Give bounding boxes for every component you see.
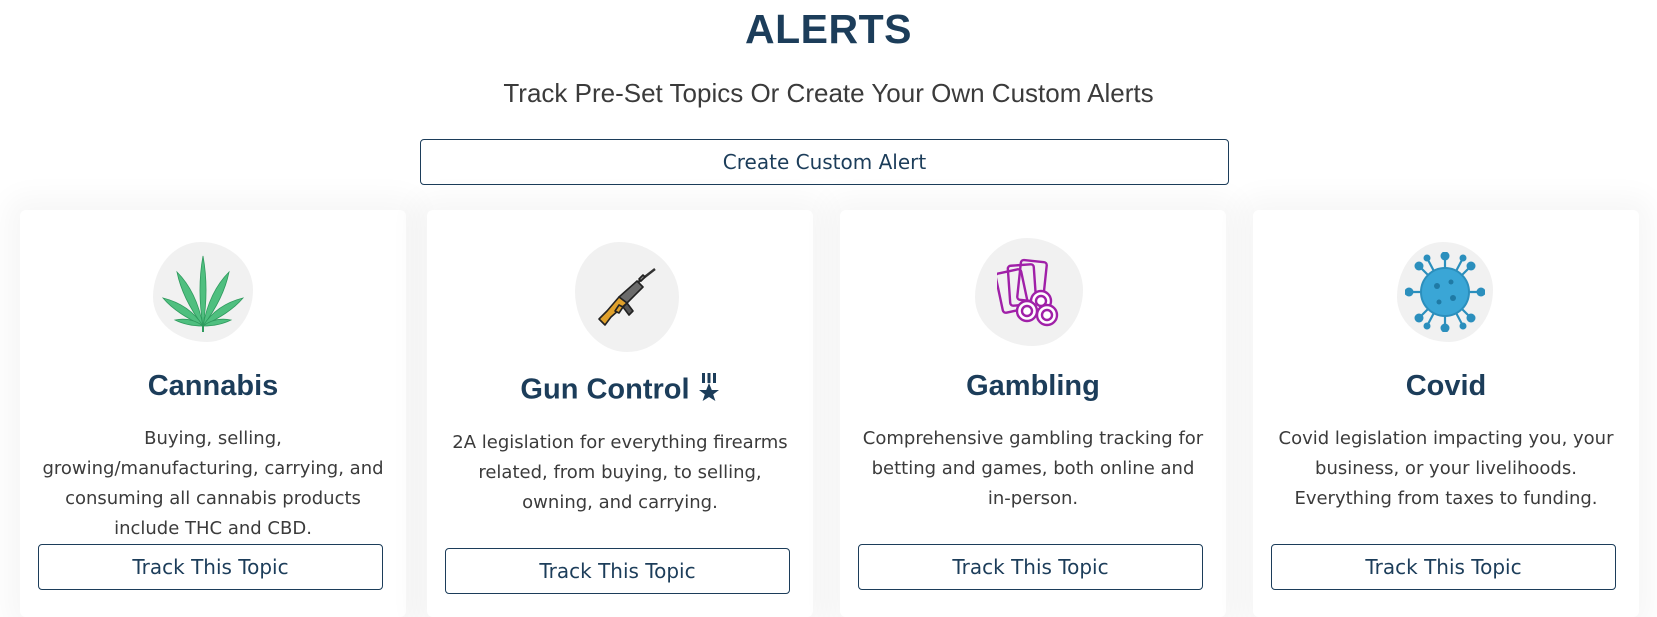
cannabis-leaf-icon bbox=[161, 255, 245, 332]
medal-star-icon bbox=[698, 373, 720, 409]
track-topic-button-gun-control[interactable]: Track This Topic bbox=[445, 548, 790, 594]
card-description-covid: Covid legislation impacting you, your bu… bbox=[1278, 428, 1614, 509]
cannabis-icon-container bbox=[153, 242, 253, 342]
topic-card-covid: Covid Covid legislation impacting you, y… bbox=[1253, 210, 1639, 617]
covid-icon-container bbox=[1397, 242, 1493, 342]
card-title-cannabis: Cannabis bbox=[147, 370, 279, 402]
virus-icon bbox=[1405, 252, 1485, 332]
rifle-icon bbox=[598, 268, 656, 326]
card-description-gambling: Comprehensive gambling tracking for bett… bbox=[862, 428, 1204, 509]
gun-icon-container bbox=[575, 242, 679, 352]
topic-card-gambling: Gambling Comprehensive gambling tracking… bbox=[840, 210, 1226, 617]
create-custom-alert-button[interactable]: Create Custom Alert bbox=[420, 139, 1229, 185]
track-topic-button-cannabis[interactable]: Track This Topic bbox=[38, 544, 383, 590]
track-topic-button-covid[interactable]: Track This Topic bbox=[1271, 544, 1616, 590]
page-title: ALERTS bbox=[745, 6, 912, 52]
cards-chips-icon bbox=[997, 258, 1059, 327]
card-description-cannabis: Buying, selling, growing/manufacturing, … bbox=[42, 428, 384, 539]
gambling-icon-container bbox=[975, 238, 1083, 346]
card-title-covid: Covid bbox=[1405, 370, 1487, 402]
card-title-gambling: Gambling bbox=[966, 370, 1100, 402]
track-topic-button-gambling[interactable]: Track This Topic bbox=[858, 544, 1203, 590]
card-description-gun-control: 2A legislation for everything firearms r… bbox=[452, 432, 788, 513]
card-title-text: Gun Control bbox=[520, 373, 690, 406]
page-subtitle: Track Pre-Set Topics Or Create Your Own … bbox=[503, 78, 1154, 108]
card-title-gun-control: Gun Control bbox=[427, 373, 813, 409]
topic-card-cannabis: Cannabis Buying, selling, growing/manufa… bbox=[20, 210, 406, 617]
topic-card-gun-control: Gun Control 2A legislation for everythin… bbox=[427, 210, 813, 617]
